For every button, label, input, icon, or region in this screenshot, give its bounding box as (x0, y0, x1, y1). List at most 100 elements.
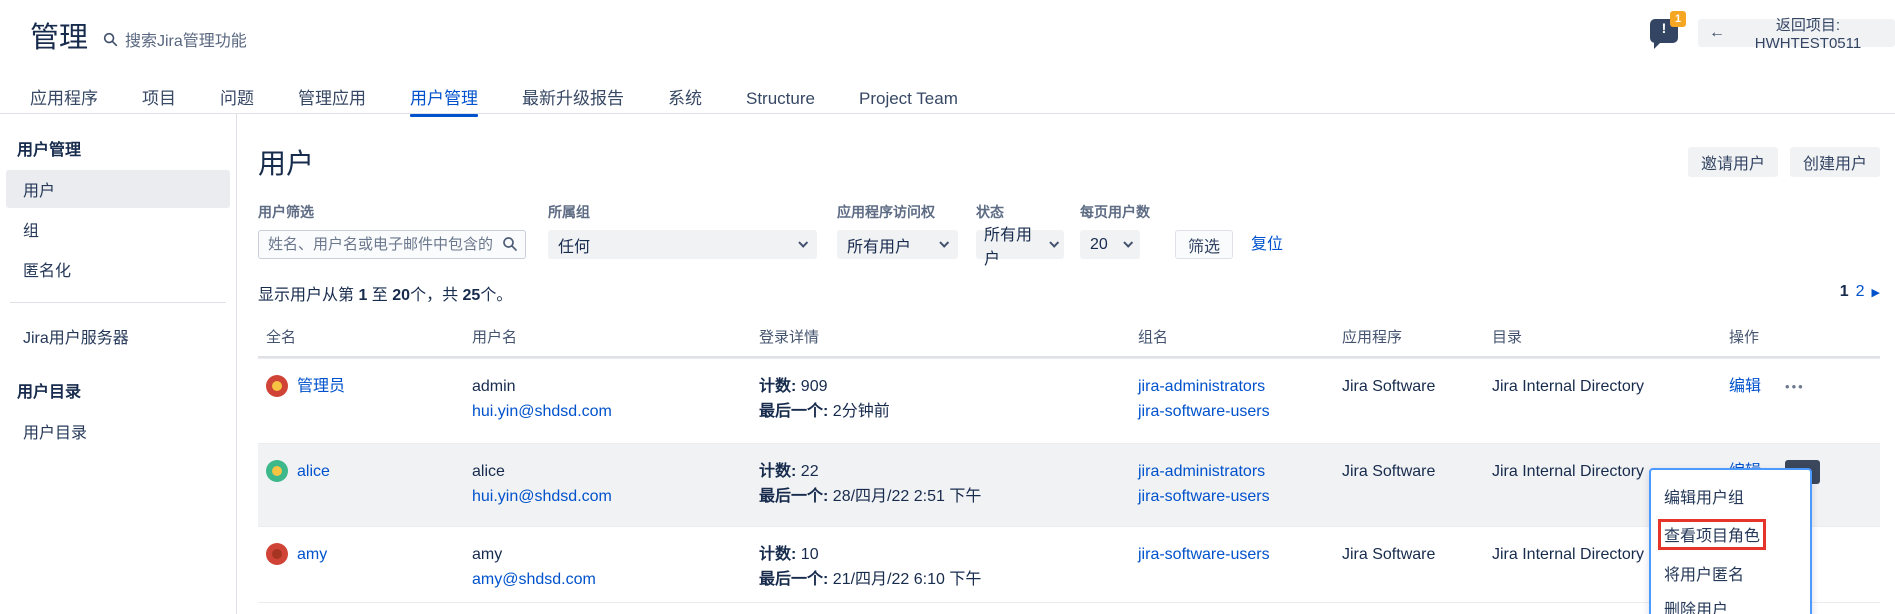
filter-app-access: 应用程序访问权 所有用户 (837, 202, 958, 259)
user-email-link[interactable]: hui.yin@shdsd.com (472, 484, 751, 509)
app-access-select[interactable]: 所有用户 (837, 230, 958, 259)
tab-applications[interactable]: 应用程序 (30, 88, 98, 113)
edit-user-link[interactable]: 编辑 (1729, 374, 1761, 399)
pagination-current-page: 1 (1840, 283, 1849, 301)
menu-item-anonymize-user[interactable]: 将用户匿名 (1651, 556, 1810, 591)
per-page-select-value: 20 (1090, 236, 1108, 254)
avatar (266, 460, 288, 482)
sidebar: 用户管理 用户 组 匿名化 Jira用户服务器 用户目录 用户目录 (0, 114, 237, 614)
application-name: Jira Software (1334, 359, 1484, 443)
application-name: Jira Software (1334, 527, 1484, 602)
pagination-next-icon[interactable]: ▶ (1872, 286, 1880, 299)
sidebar-divider (10, 302, 226, 303)
search-icon (502, 236, 518, 257)
page-title: 用户 (258, 142, 314, 182)
login-count: 计数: 10 (759, 542, 1130, 567)
filter-app-access-label: 应用程序访问权 (837, 202, 958, 222)
col-login-details: 登录详情 (751, 318, 1130, 356)
application-name: Jira Software (1334, 444, 1484, 526)
group-link[interactable]: jira-software-users (1138, 542, 1334, 567)
top-header: 管理 搜索Jira管理功能 ! 1 ← 返回项目: HWHTEST0511 (0, 0, 1895, 88)
login-count: 计数: 909 (759, 374, 1130, 399)
admin-search[interactable]: 搜索Jira管理功能 (103, 27, 247, 51)
tab-project-team[interactable]: Project Team (859, 88, 958, 113)
username: alice (472, 459, 751, 484)
red-highlight-box: 查看项目角色 (1658, 519, 1766, 550)
invite-user-button[interactable]: 邀请用户 (1688, 147, 1778, 177)
login-last: 最后一个: 21/四月/22 6:10 下午 (759, 567, 1130, 592)
chevron-down-icon (1123, 238, 1133, 248)
status-select[interactable]: 所有用户 (976, 230, 1064, 259)
user-fullname-link[interactable]: alice (297, 459, 330, 484)
col-username: 用户名 (464, 318, 751, 356)
group-link[interactable]: jira-software-users (1138, 484, 1334, 509)
pagination-page-2[interactable]: 2 (1856, 283, 1865, 301)
jira-admin-users-page: 管理 搜索Jira管理功能 ! 1 ← 返回项目: HWHTEST0511 应用… (0, 0, 1895, 614)
menu-item-edit-user-groups[interactable]: 编辑用户组 (1651, 479, 1810, 514)
sidebar-item-jira-user-server[interactable]: Jira用户服务器 (6, 317, 230, 355)
chevron-down-icon (939, 238, 949, 248)
user-email-link[interactable]: amy@shdsd.com (472, 567, 751, 592)
filter-group-label: 所属组 (548, 202, 817, 222)
group-select[interactable]: 任何 (548, 230, 817, 259)
back-to-project-button[interactable]: ← 返回项目: HWHTEST0511 (1698, 19, 1895, 47)
users-table: 全名 用户名 登录详情 组名 应用程序 目录 操作 管理员 admin hui.… (258, 318, 1880, 614)
tab-user-management[interactable]: 用户管理 (410, 88, 478, 113)
username: admin (472, 374, 751, 399)
group-link[interactable]: jira-software-users (1138, 399, 1334, 424)
sidebar-section-user-directories: 用户目录 (0, 370, 236, 410)
tab-upgrade-report[interactable]: 最新升级报告 (522, 88, 624, 113)
user-email-link[interactable]: hui.yin@shdsd.com (472, 399, 751, 424)
table-row-alice: alice alice hui.yin@shdsd.com 计数: 22 最后一… (258, 443, 1880, 526)
tab-manage-apps[interactable]: 管理应用 (298, 88, 366, 113)
back-arrow-icon: ← (1709, 25, 1725, 41)
user-filter-input[interactable] (258, 230, 526, 259)
filter-user-label: 用户筛选 (258, 202, 526, 222)
chevron-down-icon (1049, 238, 1059, 248)
more-actions-icon[interactable]: ••• (1785, 374, 1805, 399)
col-groups: 组名 (1130, 318, 1334, 356)
group-link[interactable]: jira-administrators (1138, 459, 1334, 484)
user-fullname-link[interactable]: amy (297, 542, 327, 567)
login-last: 最后一个: 2分钟前 (759, 399, 1130, 424)
group-select-value: 任何 (558, 233, 590, 257)
menu-item-delete-user[interactable]: 删除用户 (1651, 591, 1810, 614)
group-link[interactable]: jira-administrators (1138, 374, 1334, 399)
col-operations: 操作 (1721, 318, 1880, 356)
page-actions: 邀请用户 创建用户 (1688, 147, 1880, 177)
tab-issues[interactable]: 问题 (220, 88, 254, 113)
avatar (266, 375, 288, 397)
per-page-select[interactable]: 20 (1080, 230, 1140, 259)
table-row-partial: 安娜 计数: 22 jira-administrators Jira Softw… (258, 602, 1880, 614)
table-row-admin: 管理员 admin hui.yin@shdsd.com 计数: 909 最后一个… (258, 358, 1880, 443)
filter-button[interactable]: 筛选 (1175, 230, 1233, 259)
admin-title: 管理 (30, 14, 88, 56)
sidebar-section-user-management: 用户管理 (0, 128, 236, 168)
sidebar-item-user-directory[interactable]: 用户目录 (6, 412, 230, 450)
filters-bar: 用户筛选 所属组 任何 应用程序访问权 所有用户 (258, 202, 1283, 259)
results-summary: 显示用户从第 1 至 20个，共 25个。 (258, 281, 512, 305)
sidebar-item-anonymize[interactable]: 匿名化 (6, 250, 230, 288)
directory-name: Jira Internal Directory (1484, 359, 1721, 443)
create-user-button[interactable]: 创建用户 (1790, 147, 1880, 177)
chevron-down-icon (798, 238, 808, 248)
admin-tab-bar: 应用程序 项目 问题 管理应用 用户管理 最新升级报告 系统 Structure… (0, 88, 1895, 114)
admin-search-placeholder: 搜索Jira管理功能 (125, 27, 247, 51)
sidebar-item-users[interactable]: 用户 (6, 170, 230, 208)
pagination: 1 2 ▶ (1840, 283, 1880, 301)
reset-link[interactable]: 复位 (1251, 230, 1283, 259)
sidebar-item-groups[interactable]: 组 (6, 210, 230, 248)
username: amy (472, 542, 751, 567)
search-icon (103, 32, 118, 47)
application-name: Jira Software (1334, 603, 1484, 614)
user-fullname-link[interactable]: 管理员 (297, 374, 345, 399)
tab-structure[interactable]: Structure (746, 88, 815, 113)
tab-system[interactable]: 系统 (668, 88, 702, 113)
table-header-row: 全名 用户名 登录详情 组名 应用程序 目录 操作 (258, 318, 1880, 358)
avatar (266, 543, 288, 565)
tab-projects[interactable]: 项目 (142, 88, 176, 113)
filter-per-page-label: 每页用户数 (1080, 202, 1150, 222)
menu-item-view-project-roles[interactable]: 查看项目角色 (1651, 514, 1810, 556)
notifications-icon[interactable]: ! 1 (1650, 19, 1678, 43)
filter-user: 用户筛选 (258, 202, 526, 259)
